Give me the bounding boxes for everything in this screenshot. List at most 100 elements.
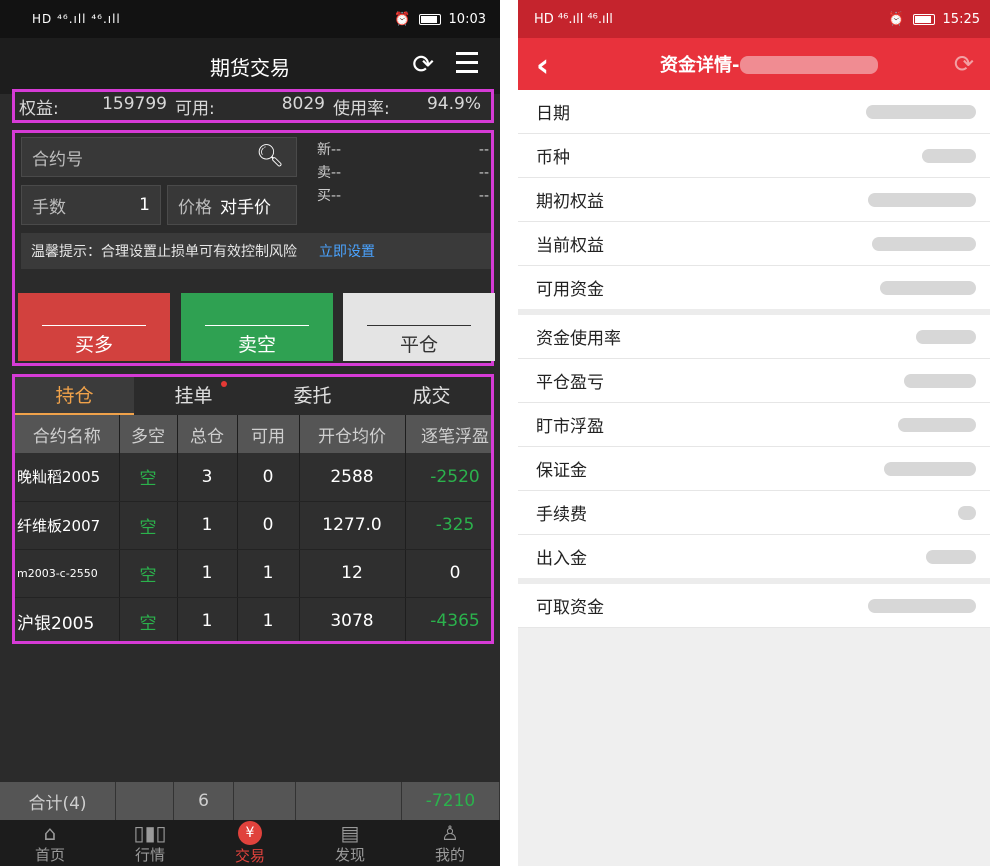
contract-input[interactable]: 合约号 🔍︎ (21, 137, 297, 177)
col-available: 可用 (237, 415, 300, 453)
cell-total: 3 (177, 453, 238, 502)
alarm-icon: ⏰ (394, 11, 411, 27)
page-title: 资金详情- (660, 55, 740, 76)
battery-icon (418, 13, 441, 25)
cell-avg-price: 1277.0 (299, 501, 406, 550)
list-item: 盯市浮盈 (518, 403, 990, 447)
cell-avg-price: 2588 (299, 453, 406, 502)
redacted-value (866, 104, 976, 119)
nav-label: 首页 (34, 845, 65, 864)
redacted-value (868, 598, 976, 613)
close-position-label: 平仓 (399, 334, 438, 356)
cell-available: 0 (237, 501, 300, 550)
list-item: 平仓盈亏 (518, 359, 990, 403)
total-row: 合计(4) 6 -7210 (0, 782, 500, 820)
cell-total: 1 (177, 597, 238, 641)
available-value: 8029 (281, 93, 325, 114)
row-label: 日期 (536, 104, 570, 124)
cell-contract: 沪银2005 (15, 597, 120, 641)
notification-dot (221, 381, 227, 387)
row-label: 出入金 (536, 549, 587, 569)
back-icon[interactable]: ‹ (536, 46, 549, 84)
sell-short-button[interactable]: 卖空 (181, 293, 333, 361)
risk-tip: 温馨提示：合理设置止损单可有效控制风险 立即设置 (21, 233, 491, 269)
tip-text: 温馨提示：合理设置止损单可有效控制风险 (31, 244, 297, 260)
buy-long-label: 买多 (74, 334, 113, 356)
row-label: 资金使用率 (536, 329, 621, 349)
nav-discover[interactable]: ▤ 发现 (300, 820, 400, 866)
price-selector[interactable]: 价格 对手价 (167, 185, 297, 225)
quote-ask-value: -- (478, 165, 489, 181)
nav-market[interactable]: ▯▮▯ 行情 (100, 820, 200, 866)
available: 可用: 8029 (171, 94, 329, 119)
cell-total: 1 (177, 501, 238, 550)
chart-icon: ▯▮▯ (133, 820, 167, 845)
table-row[interactable]: 晚籼稻2005 空 3 0 2588 -2520 (15, 453, 491, 502)
cell-total: 1 (177, 549, 238, 598)
nav-label: 我的 (434, 845, 465, 864)
cell-avg-price: 12 (299, 549, 406, 598)
cell-direction: 空 (119, 501, 178, 550)
cell-floating-pnl: 0 (405, 549, 491, 598)
nav-label: 发现 (334, 845, 365, 864)
buy-long-button[interactable]: 买多 (18, 293, 170, 361)
nav-home[interactable]: ⌂ 首页 (0, 820, 100, 866)
nav-trade[interactable]: ¥ 交易 (200, 820, 300, 866)
table-row[interactable]: 沪银2005 空 1 1 3078 -4365 (15, 597, 491, 641)
tab-label: 挂单 (174, 385, 213, 407)
tab-fills[interactable]: 成交 (372, 377, 491, 415)
signal-indicators: HD ⁴⁶.ıll ⁴⁶.ıll (534, 11, 613, 27)
table-row[interactable]: m2003-c-2550 空 1 1 12 0 (15, 549, 491, 598)
row-label: 盯市浮盈 (536, 417, 604, 437)
cell-floating-pnl: -4365 (405, 597, 491, 641)
nav-mine[interactable]: ♙ 我的 (400, 820, 500, 866)
col-contract: 合约名称 (15, 415, 120, 453)
list-item: 手续费 (518, 491, 990, 535)
cell-contract: 晚籼稻2005 (15, 453, 120, 502)
list-item: 当前权益 (518, 222, 990, 266)
tab-pending[interactable]: 挂单 (134, 377, 253, 415)
tab-label: 委托 (293, 385, 332, 407)
equity-value: 159799 (102, 93, 167, 114)
row-label: 期初权益 (536, 192, 604, 212)
list-item: 币种 (518, 134, 990, 178)
cell-direction: 空 (119, 597, 178, 641)
tab-orders[interactable]: 委托 (253, 377, 372, 415)
total-label: 合计(4) (0, 782, 116, 820)
refresh-icon[interactable]: ⟳ (412, 52, 434, 78)
close-position-button[interactable]: 平仓 (343, 293, 495, 361)
cell-direction: 空 (119, 549, 178, 598)
cell-avg-price: 3078 (299, 597, 406, 641)
fund-details-screen: HD ⁴⁶.ıll ⁴⁶.ıll ⏰ 15:25 ‹ 资金详情- ⟳ 日期 币种… (518, 0, 990, 866)
yen-icon: ¥ (238, 820, 262, 845)
equity-label: 权益: (19, 98, 59, 119)
menu-icon[interactable] (448, 52, 478, 78)
row-label: 平仓盈亏 (536, 373, 604, 393)
total-empty (296, 782, 402, 820)
lots-value: 1 (139, 195, 150, 215)
quote-panel: 新-- -- 卖-- -- 买-- -- (317, 139, 489, 208)
cell-contract: m2003-c-2550 (15, 549, 120, 598)
col-floating-pnl: 逐笔浮盈 (405, 415, 491, 453)
fund-detail-list: 日期 币种 期初权益 当前权益 可用资金 资金使用率 平仓盈亏 盯市浮盈 保证金… (518, 90, 990, 628)
cell-available: 1 (237, 597, 300, 641)
set-now-link[interactable]: 立即设置 (319, 241, 375, 261)
quote-bid-label: 买-- (317, 188, 342, 204)
redacted-value (916, 329, 976, 344)
refresh-icon[interactable]: ⟳ (954, 50, 974, 78)
contract-placeholder: 合约号 (32, 149, 83, 170)
list-item: 保证金 (518, 447, 990, 491)
status-bar: HD ⁴⁶.ıll ⁴⁶.ıll ⏰ 10:03 (0, 0, 500, 38)
signal-indicators: HD ⁴⁶.ıll ⁴⁶.ıll (32, 12, 121, 26)
search-icon[interactable]: 🔍︎ (256, 144, 284, 169)
battery-icon (912, 13, 935, 25)
lots-input[interactable]: 手数 1 (21, 185, 161, 225)
quote-last-value: -- (478, 142, 489, 158)
app-header: ‹ 资金详情- ⟳ (518, 38, 990, 90)
app-header: 期货交易 ⟳ (0, 38, 500, 94)
cell-available: 1 (237, 549, 300, 598)
cell-floating-pnl: -325 (405, 501, 491, 550)
page-title: 期货交易 (210, 55, 290, 80)
table-row[interactable]: 纤维板2007 空 1 0 1277.0 -325 (15, 501, 491, 550)
tab-positions[interactable]: 持仓 (15, 377, 134, 415)
